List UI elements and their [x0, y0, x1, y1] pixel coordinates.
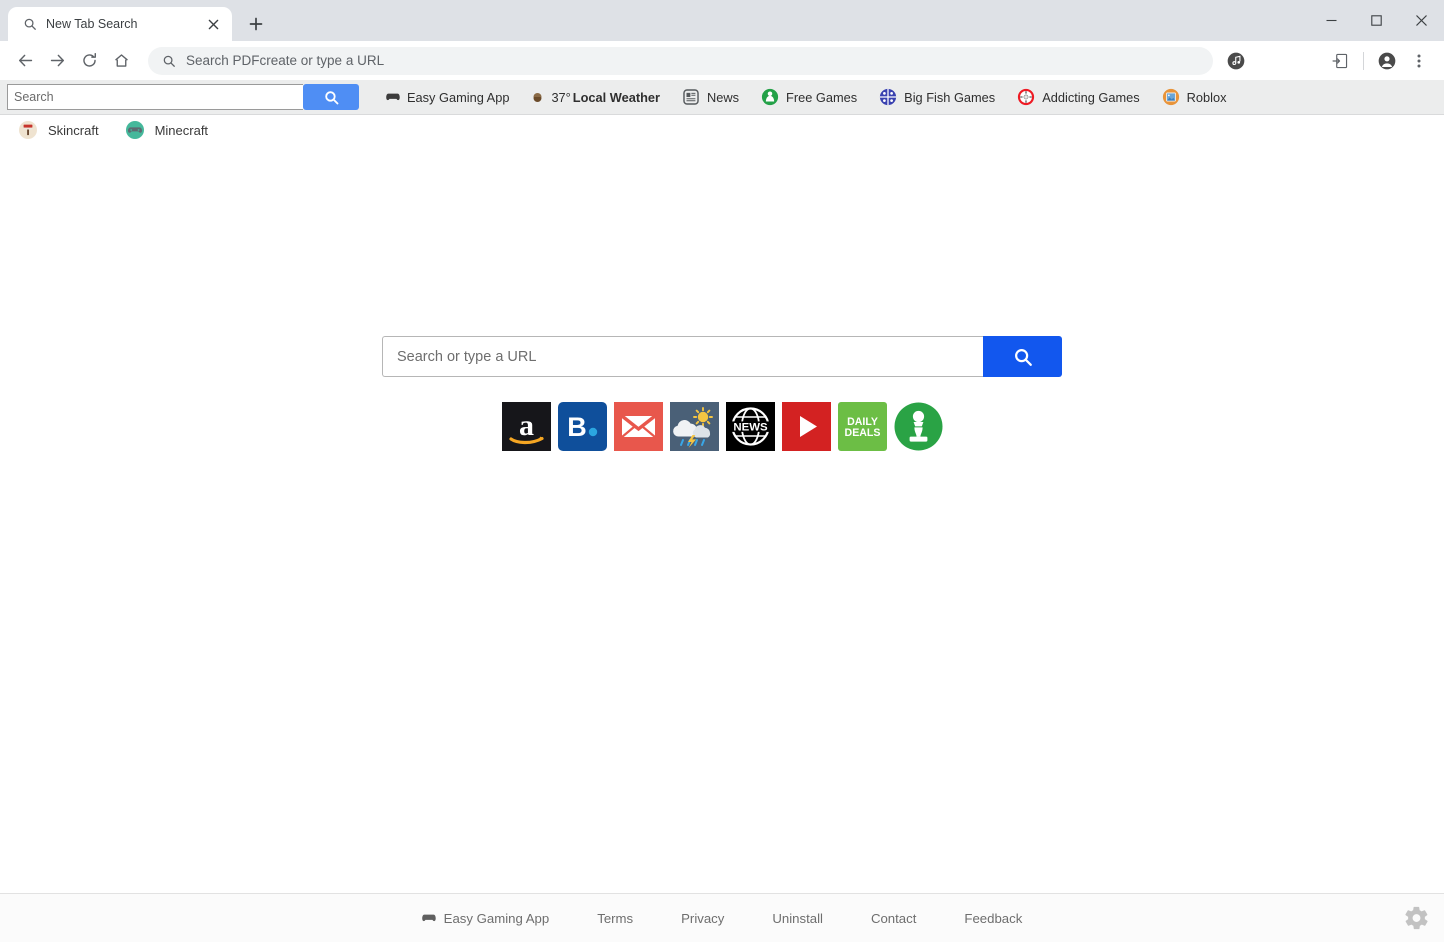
main-search-button[interactable] [983, 336, 1062, 377]
footer-link-label: Easy Gaming App [443, 910, 550, 926]
address-bar[interactable]: Search PDFcreate or type a URL [148, 46, 1213, 75]
svg-text:DEALS: DEALS [844, 427, 880, 439]
main-search-input[interactable] [382, 336, 983, 377]
news-paper-icon [682, 88, 700, 106]
tile-weather[interactable] [669, 402, 719, 451]
svg-text:NEWS: NEWS [733, 422, 768, 434]
bookmark-skincraft[interactable]: Skincraft [18, 120, 99, 140]
new-tab-button[interactable] [242, 10, 270, 38]
address-bar-placeholder: Search PDFcreate or type a URL [186, 53, 385, 68]
weather-dot-icon [531, 91, 544, 104]
browser-window: New Tab Search Search PDFcreate or type … [0, 0, 1444, 942]
tab-title: New Tab Search [46, 17, 138, 31]
tile-daily-deals[interactable]: DAILY DEALS [837, 402, 887, 451]
main-search-box [382, 336, 1062, 377]
ext-link-local-weather[interactable]: 37° Local Weather [520, 82, 671, 112]
tile-booking[interactable]: B [557, 402, 607, 451]
footer-link-contact[interactable]: Contact [847, 911, 940, 926]
search-button[interactable] [303, 84, 359, 110]
ext-link-roblox[interactable]: Roblox [1151, 82, 1238, 112]
tab-strip: New Tab Search [0, 0, 1444, 41]
svg-text:a: a [519, 409, 534, 442]
extension-search [7, 84, 359, 110]
forward-button[interactable] [42, 46, 72, 76]
addicting-icon [1017, 88, 1035, 106]
roblox-image-icon [1162, 88, 1180, 106]
search-icon [22, 16, 38, 32]
footer-link-uninstall[interactable]: Uninstall [748, 911, 847, 926]
ext-link-big-fish-games[interactable]: Big Fish Games [868, 82, 1006, 112]
green-person-icon [761, 88, 779, 106]
bookmark-minecraft[interactable]: Minecraft [125, 120, 208, 140]
ext-link-news[interactable]: News [671, 82, 750, 112]
toolbar-divider [1363, 51, 1364, 70]
ext-link-free-games[interactable]: Free Games [750, 82, 868, 112]
music-note-icon[interactable] [1221, 46, 1251, 76]
minecraft-gamepad-icon [125, 120, 145, 140]
ext-link-label-temp: 37° [551, 89, 571, 105]
ext-link-label: Big Fish Games [904, 89, 996, 105]
footer-link-terms[interactable]: Terms [573, 911, 657, 926]
tile-games-pawn[interactable] [894, 402, 943, 451]
page-bookmark-row: Skincraft Minecraft [0, 115, 1444, 145]
page-content: a B [0, 143, 1444, 893]
ext-link-label: Free Games [786, 89, 858, 105]
ext-link-label: Roblox [1186, 89, 1227, 105]
footer-link-feedback[interactable]: Feedback [940, 911, 1046, 926]
ext-link-addicting-games[interactable]: Addicting Games [1006, 82, 1150, 112]
three-dot-menu-icon[interactable] [1404, 46, 1434, 76]
maximize-button[interactable] [1354, 5, 1399, 37]
tile-amazon[interactable]: a [501, 402, 551, 451]
install-app-icon[interactable] [1325, 46, 1355, 76]
gear-icon[interactable] [1403, 905, 1430, 932]
footer-link-privacy[interactable]: Privacy [657, 911, 748, 926]
toolbar-right-icons [1221, 46, 1434, 76]
search-icon [162, 54, 176, 68]
reload-button[interactable] [74, 46, 104, 76]
center-search-area: a B [0, 336, 1444, 451]
bookmark-label: Minecraft [154, 122, 209, 138]
back-button[interactable] [10, 46, 40, 76]
bigfish-icon [879, 88, 897, 106]
skincraft-icon [18, 120, 38, 140]
ext-link-label-weather: Local Weather [572, 89, 661, 105]
window-controls [1309, 0, 1444, 41]
minimize-button[interactable] [1309, 5, 1354, 37]
ext-link-easy-gaming-app[interactable]: Easy Gaming App [375, 82, 520, 112]
profile-avatar-icon[interactable] [1372, 46, 1402, 76]
ext-link-label: Addicting Games [1042, 89, 1140, 105]
shortcut-tiles: a B NEWS DAILY DEALS [501, 402, 943, 451]
close-button[interactable] [1399, 5, 1444, 37]
svg-text:B: B [567, 412, 587, 442]
ext-link-label: News [707, 89, 740, 105]
extension-toolbar: Easy Gaming App 37° Local Weather [0, 80, 1444, 115]
home-button[interactable] [106, 46, 136, 76]
browser-tab[interactable]: New Tab Search [8, 7, 232, 41]
browser-toolbar: Search PDFcreate or type a URL [0, 41, 1444, 80]
gamepad-icon [421, 913, 436, 923]
tile-news[interactable]: NEWS [725, 402, 775, 451]
ext-link-label: Easy Gaming App [407, 89, 510, 105]
tile-email[interactable] [613, 402, 663, 451]
close-icon[interactable] [204, 15, 222, 33]
bookmark-label: Skincraft [48, 122, 99, 138]
page-footer: Easy Gaming App Terms Privacy Uninstall … [0, 893, 1444, 942]
footer-link-easy-gaming-app[interactable]: Easy Gaming App [398, 911, 574, 926]
search-input[interactable] [7, 84, 303, 110]
gamepad-icon [386, 92, 400, 102]
tile-video[interactable] [781, 402, 831, 451]
